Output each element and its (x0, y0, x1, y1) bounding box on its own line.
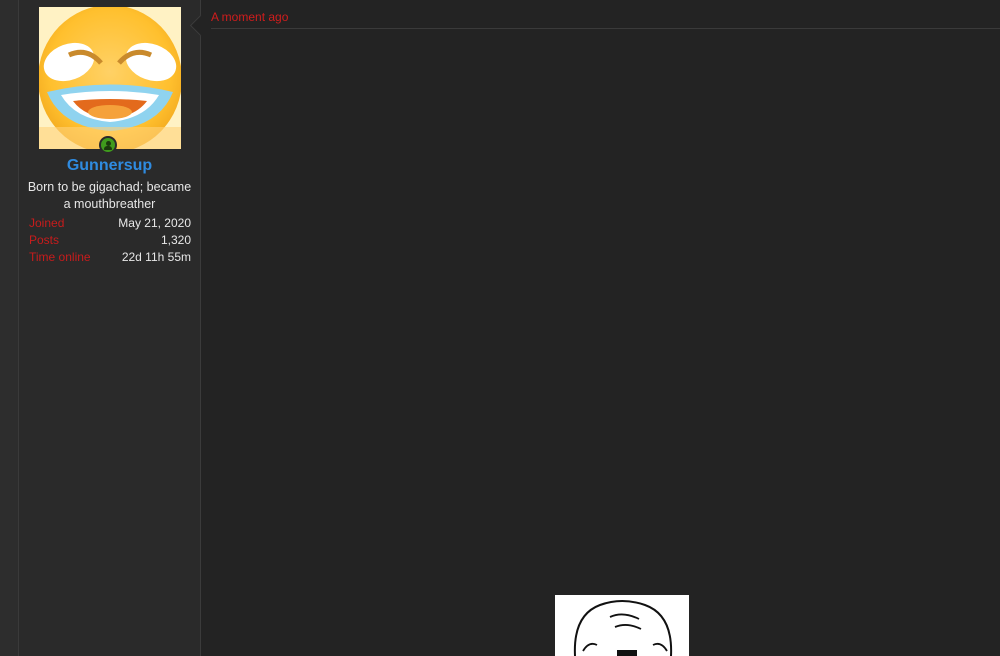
online-user-icon (101, 138, 115, 152)
post-header: A moment ago (211, 8, 1000, 29)
user-panel: Gunnersup Born to be gigachad; became a … (19, 0, 201, 656)
user-stats: Joined May 21, 2020 Posts 1,320 Time onl… (29, 215, 191, 266)
post-timestamp[interactable]: A moment ago (211, 10, 288, 24)
online-status-badge[interactable] (99, 136, 117, 154)
stat-label: Joined (29, 216, 65, 230)
username[interactable]: Gunnersup (19, 157, 200, 175)
stat-row-time-online: Time online 22d 11h 55m (29, 249, 191, 266)
stat-label: Time online (29, 250, 91, 264)
page: Gunnersup Born to be gigachad; became a … (0, 0, 1000, 656)
laughing-crying-emoji-icon (39, 7, 181, 149)
stat-value: 22d 11h 55m (121, 250, 191, 264)
stat-row-joined: Joined May 21, 2020 (29, 215, 191, 232)
stat-value: May 21, 2020 (118, 216, 191, 230)
user-title: Born to be gigachad; became a mouthbreat… (27, 180, 192, 211)
stat-label: Posts (29, 233, 60, 247)
post-image[interactable] (555, 595, 689, 656)
left-gutter (0, 0, 19, 656)
stat-row-posts: Posts 1,320 (29, 232, 191, 249)
stat-value[interactable]: 1,320 (161, 232, 191, 249)
avatar[interactable] (39, 7, 181, 149)
meme-face-image (555, 595, 689, 656)
